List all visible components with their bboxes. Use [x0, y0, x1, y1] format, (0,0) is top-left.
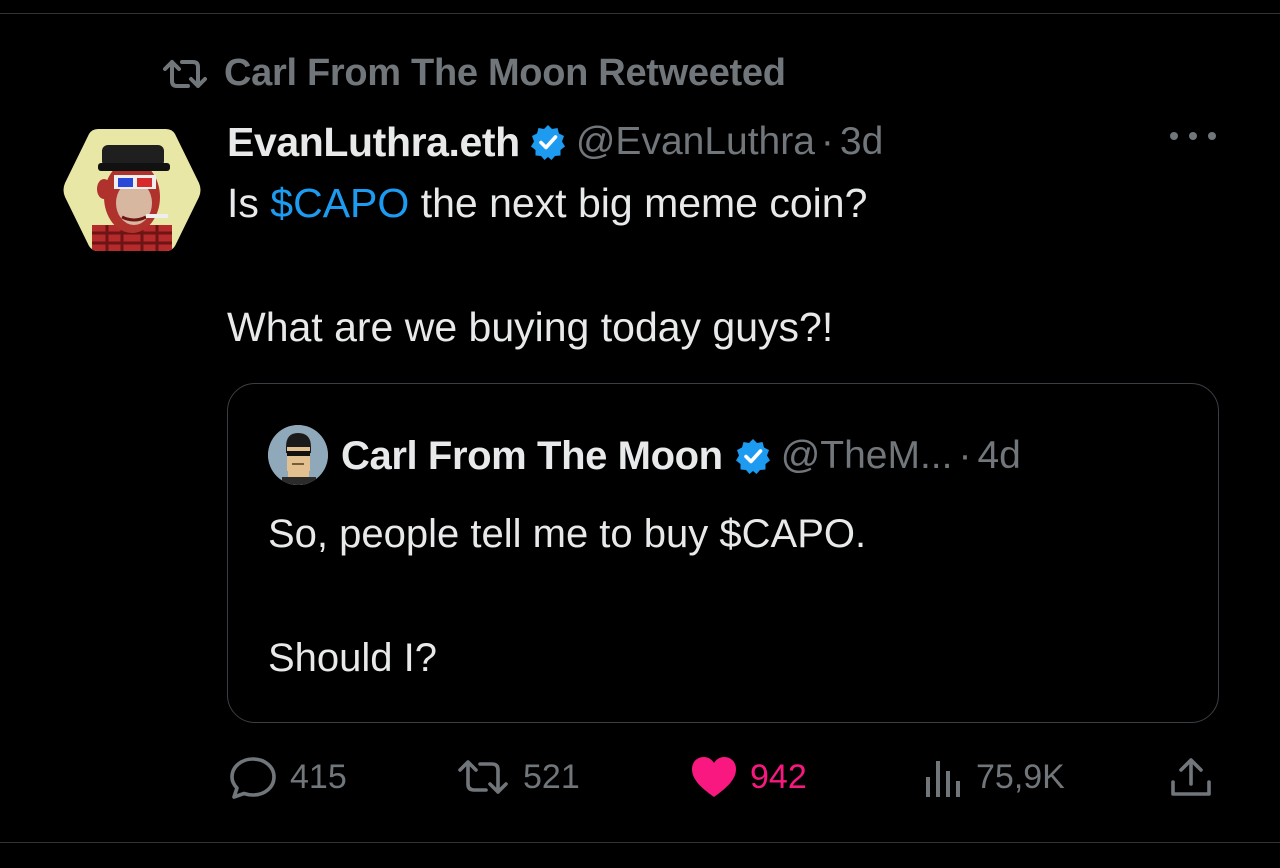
cashtag-link[interactable]: $CAPO	[270, 180, 409, 226]
reply-icon	[230, 757, 276, 799]
quoted-tweet-text-line-2: Should I?	[268, 636, 438, 680]
tweet-text-suffix: the next big meme coin?	[409, 180, 868, 226]
separator-dot: ·	[958, 434, 972, 477]
quoted-author-handle[interactable]: @TheM...	[781, 434, 953, 478]
top-divider	[0, 13, 1280, 14]
views-count: 75,9K	[976, 757, 1065, 796]
author-handle[interactable]: @EvanLuthra	[576, 120, 815, 164]
separator-dot: ·	[820, 120, 834, 163]
tweet-text-line-2: What are we buying today guys?!	[227, 304, 834, 350]
verified-badge-icon	[735, 439, 770, 474]
quoted-tweet-header: Carl From The Moon @TheM... · 4d	[341, 430, 1021, 482]
verified-badge-icon	[530, 125, 565, 160]
tweet-text-prefix: Is	[227, 180, 271, 226]
quoted-author-avatar[interactable]	[268, 425, 328, 485]
tweet-text-line-1: Is $CAPO the next big meme coin?	[227, 180, 867, 227]
retweet-icon	[163, 59, 207, 88]
tweet-header: EvanLuthra.eth @EvanLuthra · 3d	[227, 114, 883, 170]
quoted-author-name[interactable]: Carl From The Moon	[341, 434, 723, 479]
retweet-count: 521	[523, 757, 580, 796]
share-button[interactable]	[1168, 752, 1214, 802]
retweet-button[interactable]: 521	[455, 752, 580, 802]
tweet-timestamp[interactable]: 3d	[840, 120, 883, 164]
like-button[interactable]: 942	[690, 752, 807, 802]
author-name[interactable]: EvanLuthra.eth	[227, 119, 520, 166]
bottom-divider	[0, 842, 1280, 843]
heart-icon	[692, 757, 736, 797]
retweet-icon	[458, 760, 508, 794]
quoted-tweet-card[interactable]: Carl From The Moon @TheM... · 4d So, peo…	[227, 383, 1219, 723]
views-button[interactable]: 75,9K	[922, 752, 1065, 802]
like-count: 942	[750, 757, 807, 796]
more-icon[interactable]	[1170, 126, 1216, 146]
quoted-tweet-text-line-1: So, people tell me to buy $CAPO.	[268, 512, 867, 556]
reply-count: 415	[290, 757, 347, 796]
quoted-tweet-timestamp[interactable]: 4d	[977, 434, 1020, 478]
reply-button[interactable]: 415	[228, 752, 347, 802]
retweet-banner: Carl From The Moon Retweeted	[160, 52, 786, 95]
share-icon	[1171, 758, 1211, 796]
retweet-banner-text[interactable]: Carl From The Moon Retweeted	[224, 52, 786, 95]
views-icon	[926, 761, 960, 797]
tweet-action-bar: 415 521 942 75,9K	[0, 752, 1280, 802]
author-avatar[interactable]	[62, 125, 202, 255]
